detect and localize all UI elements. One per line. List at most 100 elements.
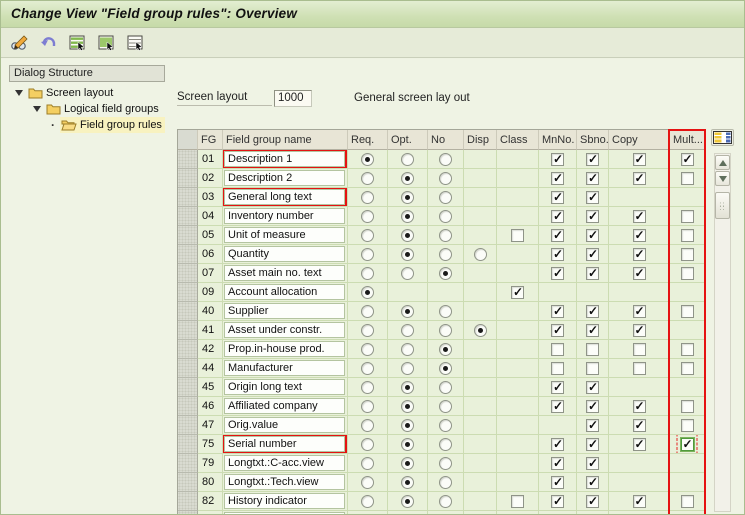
checkbox-cell[interactable] xyxy=(609,302,670,321)
checkbox-cell[interactable] xyxy=(539,492,577,511)
undo-icon[interactable] xyxy=(38,33,60,53)
radio-selected[interactable] xyxy=(361,286,374,299)
checkbox-cell[interactable] xyxy=(609,321,670,340)
checkbox-cell[interactable] xyxy=(670,169,705,188)
checkbox-cell[interactable] xyxy=(539,435,577,454)
field-group-name-input[interactable]: Asset main no. text xyxy=(224,265,345,281)
radio-unselected[interactable] xyxy=(439,210,452,223)
checkbox-cell[interactable] xyxy=(539,188,577,207)
field-group-name-input[interactable]: Asset under constr. xyxy=(224,322,345,338)
radio-cell[interactable] xyxy=(388,473,428,492)
checkbox-cell[interactable] xyxy=(577,207,609,226)
radio-unselected[interactable] xyxy=(439,172,452,185)
checkbox-checked[interactable] xyxy=(586,153,599,166)
radio-selected[interactable] xyxy=(361,153,374,166)
checkbox-checked[interactable] xyxy=(551,495,564,508)
checkbox-cell[interactable] xyxy=(539,473,577,492)
radio-cell[interactable] xyxy=(428,397,464,416)
radio-unselected[interactable] xyxy=(361,210,374,223)
checkbox-cell[interactable] xyxy=(577,321,609,340)
radio-cell[interactable] xyxy=(428,416,464,435)
checkbox-cell[interactable] xyxy=(670,359,705,378)
checkbox-cell[interactable] xyxy=(539,150,577,169)
select-all-icon[interactable] xyxy=(96,33,118,53)
checkbox-checked[interactable] xyxy=(586,324,599,337)
checkbox-unchecked[interactable] xyxy=(551,362,564,375)
radio-unselected[interactable] xyxy=(361,229,374,242)
checkbox-checked[interactable] xyxy=(586,210,599,223)
radio-cell[interactable] xyxy=(348,416,388,435)
checkbox-cell[interactable] xyxy=(609,150,670,169)
checkbox-unchecked[interactable] xyxy=(681,419,694,432)
row-selector[interactable] xyxy=(178,454,198,473)
radio-selected[interactable] xyxy=(401,191,414,204)
checkbox-checked[interactable] xyxy=(551,172,564,185)
radio-cell[interactable] xyxy=(388,207,428,226)
field-group-name-input[interactable]: Longtxt.:C-acc.view xyxy=(224,455,345,471)
radio-cell[interactable] xyxy=(348,188,388,207)
row-selector[interactable] xyxy=(178,169,198,188)
radio-cell[interactable] xyxy=(428,359,464,378)
checkbox-checked[interactable] xyxy=(551,476,564,489)
radio-cell[interactable] xyxy=(348,245,388,264)
radio-cell[interactable] xyxy=(388,359,428,378)
radio-cell[interactable] xyxy=(348,226,388,245)
checkbox-checked[interactable] xyxy=(551,324,564,337)
column-header[interactable]: Class xyxy=(497,130,539,150)
checkbox-checked[interactable] xyxy=(633,172,646,185)
field-group-name-input[interactable]: Orig.value xyxy=(224,417,345,433)
checkbox-checked[interactable] xyxy=(586,495,599,508)
checkbox-cell[interactable] xyxy=(577,435,609,454)
radio-unselected[interactable] xyxy=(361,305,374,318)
checkbox-cell[interactable] xyxy=(497,226,539,245)
checkbox-cell[interactable] xyxy=(577,188,609,207)
radio-cell[interactable] xyxy=(348,473,388,492)
checkbox-cell[interactable] xyxy=(670,226,705,245)
checkbox-checked[interactable] xyxy=(551,400,564,413)
checkbox-checked[interactable] xyxy=(633,210,646,223)
checkbox-cell[interactable] xyxy=(577,169,609,188)
checkbox-cell[interactable] xyxy=(539,264,577,283)
radio-unselected[interactable] xyxy=(439,419,452,432)
radio-cell[interactable] xyxy=(348,302,388,321)
radio-cell[interactable] xyxy=(388,169,428,188)
checkbox-checked[interactable] xyxy=(586,457,599,470)
radio-unselected[interactable] xyxy=(361,495,374,508)
checkbox-unchecked[interactable] xyxy=(681,210,694,223)
checkbox-unchecked[interactable] xyxy=(586,343,599,356)
radio-selected[interactable] xyxy=(401,438,414,451)
column-header[interactable]: FG xyxy=(198,130,223,150)
checkbox-unchecked[interactable] xyxy=(681,495,694,508)
radio-unselected[interactable] xyxy=(474,248,487,261)
radio-unselected[interactable] xyxy=(361,172,374,185)
checkbox-cell[interactable] xyxy=(670,416,705,435)
radio-selected[interactable] xyxy=(439,267,452,280)
select-all-corner[interactable] xyxy=(178,130,198,150)
radio-cell[interactable] xyxy=(388,264,428,283)
radio-cell[interactable] xyxy=(388,416,428,435)
radio-cell[interactable] xyxy=(428,226,464,245)
radio-unselected[interactable] xyxy=(361,267,374,280)
radio-cell[interactable] xyxy=(348,397,388,416)
radio-cell[interactable] xyxy=(388,188,428,207)
checkbox-checked[interactable] xyxy=(681,438,694,451)
radio-unselected[interactable] xyxy=(439,191,452,204)
radio-unselected[interactable] xyxy=(401,362,414,375)
checkbox-cell[interactable] xyxy=(577,359,609,378)
checkbox-unchecked[interactable] xyxy=(633,362,646,375)
checkbox-cell[interactable] xyxy=(539,321,577,340)
checkbox-checked[interactable] xyxy=(633,438,646,451)
table-settings-icon[interactable] xyxy=(711,129,734,146)
checkbox-checked[interactable] xyxy=(551,153,564,166)
radio-selected[interactable] xyxy=(401,210,414,223)
checkbox-unchecked[interactable] xyxy=(681,267,694,280)
checkbox-cell[interactable] xyxy=(609,340,670,359)
row-selector[interactable] xyxy=(178,245,198,264)
radio-selected[interactable] xyxy=(401,476,414,489)
radio-unselected[interactable] xyxy=(361,343,374,356)
position-icon[interactable] xyxy=(125,33,147,53)
radio-cell[interactable] xyxy=(428,473,464,492)
radio-cell[interactable] xyxy=(388,492,428,511)
radio-cell[interactable] xyxy=(348,283,388,302)
row-selector[interactable] xyxy=(178,397,198,416)
